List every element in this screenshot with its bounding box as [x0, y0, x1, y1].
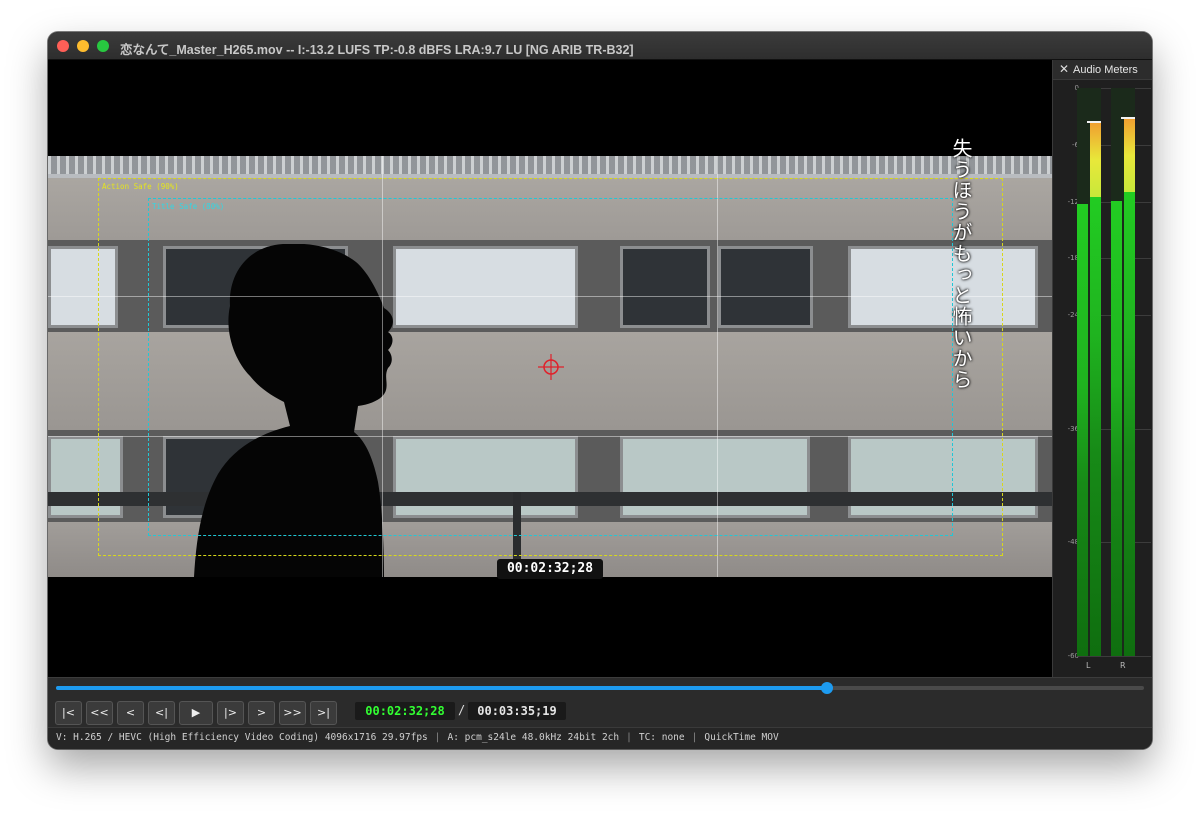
timecode-overlay: 00:02:32;28	[497, 559, 603, 579]
meter-scale-label: -24	[1067, 311, 1079, 320]
meter-channel-label: R	[1120, 661, 1126, 670]
meter-bar-r	[1111, 88, 1135, 656]
audio-meters-header: ✕ Audio Meters	[1053, 60, 1152, 80]
meter-channel-label: L	[1086, 661, 1091, 670]
container-info: QuickTime MOV	[704, 732, 779, 743]
video-frame: Action Safe (90%) Title Safe (80%)	[48, 156, 1052, 577]
audio-meters-title: Audio Meters	[1073, 64, 1138, 76]
meter-scale-label: 0	[1057, 84, 1079, 92]
transport-controls: |< << < <| ▶ |> > >> >| 00:02:32;28 / 00…	[48, 677, 1152, 727]
audio-info: A: pcm_s24le 48.0kHz 24bit 2ch	[447, 732, 620, 743]
player-window: 恋なんて_Master_H265.mov -- I:-13.2 LUFS TP:…	[48, 32, 1152, 749]
step-forward-button[interactable]: >	[248, 701, 275, 725]
timecode-info: TC: none	[638, 732, 685, 743]
meter-bar-l	[1077, 88, 1101, 656]
meter-peak-fill	[1090, 123, 1101, 656]
meter-rms-fill	[1077, 204, 1088, 656]
rooftop-railing	[48, 156, 1052, 174]
action-safe-label: Action Safe (90%)	[102, 182, 179, 191]
meter-scale-label: -36	[1067, 424, 1079, 433]
meter-scale-label: -12	[1067, 197, 1079, 206]
window-title: 恋なんて_Master_H265.mov -- I:-13.2 LUFS TP:…	[120, 43, 634, 57]
scrub-handle[interactable]	[821, 682, 834, 694]
go-to-end-button[interactable]: >|	[310, 701, 337, 725]
video-info: V: H.265 / HEVC (High Efficiency Video C…	[56, 732, 428, 743]
close-window-button[interactable]	[57, 40, 69, 52]
audio-meters-panel: ✕ Audio Meters 0 -6 -12 -18 -24 -36 -48 -60 L R	[1052, 60, 1152, 677]
next-frame-button[interactable]: |>	[217, 701, 244, 725]
step-back-button[interactable]: <	[117, 701, 144, 725]
zoom-window-button[interactable]	[97, 40, 109, 52]
status-separator: |	[434, 732, 441, 743]
meter-scale-label: -48	[1067, 538, 1079, 547]
meter-peak-hold	[1087, 121, 1101, 124]
meter-peak-fill	[1124, 119, 1135, 656]
meter-scale-label: -6	[1072, 140, 1079, 149]
total-timecode: 00:03:35;19	[468, 702, 566, 720]
rewind-button[interactable]: <<	[86, 701, 113, 725]
close-icon[interactable]: ✕	[1059, 62, 1069, 76]
meter-rms-fill	[1111, 200, 1122, 656]
current-timecode[interactable]: 00:02:32;28	[355, 702, 455, 720]
title-safe-label: Title Safe (80%)	[152, 202, 225, 211]
scrub-bar[interactable]	[56, 682, 1144, 694]
timecode-separator: /	[458, 703, 466, 717]
meter-scale-label: -18	[1067, 254, 1079, 263]
video-viewer[interactable]: Action Safe (90%) Title Safe (80%) 失うほうが…	[48, 60, 1052, 677]
status-separator: |	[691, 732, 698, 743]
status-separator: |	[626, 732, 632, 743]
meter-scale-tick	[1079, 656, 1151, 657]
play-button[interactable]: ▶	[179, 701, 213, 725]
status-bar: V: H.265 / HEVC (High Efficiency Video C…	[48, 727, 1152, 749]
vertical-subtitle: 失うほうがもっと怖いから	[949, 138, 973, 390]
go-to-start-button[interactable]: |<	[55, 701, 82, 725]
previous-frame-button[interactable]: <|	[148, 701, 175, 725]
meter-scale-label: -60	[1067, 652, 1079, 660]
minimize-window-button[interactable]	[77, 40, 89, 52]
center-crosshair-icon	[538, 354, 564, 380]
scrub-progress	[56, 686, 828, 690]
title-bar[interactable]: 恋なんて_Master_H265.mov -- I:-13.2 LUFS TP:…	[48, 32, 1152, 60]
meter-peak-hold	[1121, 117, 1135, 120]
fast-forward-button[interactable]: >>	[279, 701, 306, 725]
